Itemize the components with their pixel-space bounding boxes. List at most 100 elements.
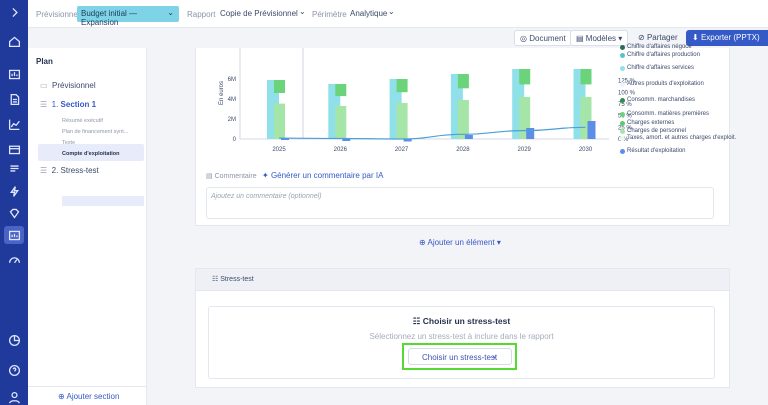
generate-ai-comment-button[interactable]: ✦ Générer un commentaire par IA xyxy=(262,171,383,180)
plan-subitem-financement[interactable]: Plan de financement synt... xyxy=(62,129,128,135)
legend-swatch xyxy=(620,53,625,58)
legend-item[interactable]: Charges externes xyxy=(620,120,675,127)
chart-line-icon[interactable] xyxy=(6,116,22,132)
legend-swatch xyxy=(620,82,625,87)
card-icon[interactable] xyxy=(6,141,22,157)
plan-subitem-resume[interactable]: Résumé exécutif xyxy=(62,118,103,124)
plan-subitem-texte[interactable]: Texte xyxy=(62,140,75,146)
stress-test-title: ☷ Choisir un stress-test xyxy=(412,316,511,326)
series-line xyxy=(278,126,586,140)
bar xyxy=(335,84,347,97)
rapport-label: Rapport xyxy=(187,10,216,19)
plan-item-previsionnel[interactable]: ▭ Prévisionnel xyxy=(40,81,96,90)
bar xyxy=(464,135,473,139)
plus-circle-icon: ⊕ xyxy=(419,238,426,247)
stress-test-header: ☷ Stress-test xyxy=(196,269,729,291)
legend-swatch xyxy=(620,66,625,71)
document-icon: ◎ xyxy=(520,34,527,43)
sparkle-icon: ✦ xyxy=(262,171,269,180)
legend-item[interactable]: Résultat d'exploitation xyxy=(620,148,686,155)
perimetre-select[interactable]: Analytique xyxy=(350,9,387,18)
legend-item[interactable]: Consomm. marchandises xyxy=(620,97,695,104)
legend-label: Chiffre d'affaires production xyxy=(627,52,700,58)
previsionnel-label: Prévisionnel xyxy=(36,10,80,19)
document-icon[interactable] xyxy=(6,91,22,107)
plan-panel: Plan ▭ Prévisionnel ☰ 1. Section 1 Résum… xyxy=(28,48,147,405)
y-tick-label: 4M xyxy=(228,97,236,103)
sliders-icon: ☷ xyxy=(412,316,421,326)
caret-down-icon: ▾ xyxy=(496,238,501,247)
add-element-button[interactable]: ⊕ Ajouter un élément ▾ xyxy=(419,238,501,247)
plan-subitem-compte[interactable]: Compte d'exploitation xyxy=(62,151,120,157)
list-icon: ☰ xyxy=(40,166,48,175)
choose-stress-test-button[interactable]: Choisir un stress-test ⌄ xyxy=(408,348,512,365)
legend-item[interactable]: Chiffre d'affaires négoce xyxy=(620,44,692,51)
app-rail xyxy=(0,0,28,405)
legend-item[interactable]: Autres produits d'exploitation xyxy=(620,81,704,88)
plan-subitem-selected-bg xyxy=(62,196,144,206)
comment-label: ▤ Commentaire xyxy=(206,173,257,180)
plus-circle-icon: ⊕ xyxy=(58,392,65,401)
comment-input[interactable]: Ajoutez un commentaire (optionnel) xyxy=(206,187,714,219)
legend-label: Chiffre d'affaires négoce xyxy=(627,44,692,50)
chevron-down-icon[interactable]: ⌄ xyxy=(388,7,395,16)
x-tick-label: 2027 xyxy=(395,147,409,153)
x-tick-label: 2028 xyxy=(456,147,470,153)
bar xyxy=(335,106,347,139)
pie-icon[interactable] xyxy=(6,332,22,348)
plan-item-section-1[interactable]: ☰ 1. Section 1 xyxy=(40,100,96,109)
expand-icon[interactable] xyxy=(6,4,22,20)
download-icon: ⬇ xyxy=(692,33,699,42)
legend-item[interactable]: Charges de personnel xyxy=(620,128,687,135)
bar xyxy=(457,100,469,139)
chevron-down-icon[interactable]: ⌄ xyxy=(299,7,306,16)
bar xyxy=(519,69,531,85)
export-pptx-button[interactable]: ⬇ Exporter (PPTX) xyxy=(686,30,768,46)
template-icon: ▤ xyxy=(576,34,584,43)
perimetre-label: Périmètre xyxy=(312,10,347,19)
bar xyxy=(396,79,408,93)
bar xyxy=(396,103,408,139)
bolt-icon[interactable] xyxy=(6,183,22,199)
modeles-button[interactable]: ▤ Modèles ▾ xyxy=(570,30,629,46)
legend-label: Charges externes xyxy=(627,120,675,126)
legend-item[interactable]: Chiffre d'affaires production xyxy=(620,52,700,59)
bar xyxy=(342,139,351,141)
legend-swatch xyxy=(620,121,625,126)
legend-label: Résultat d'exploitation xyxy=(627,148,686,154)
rapport-select[interactable]: Copie de Prévisionnel xyxy=(220,9,298,18)
legend-label: Chiffre d'affaires services xyxy=(627,65,694,71)
y-axis-label: En euros xyxy=(219,81,225,105)
bar xyxy=(274,80,285,93)
report-builder-icon[interactable] xyxy=(4,226,24,244)
x-tick-label: 2026 xyxy=(334,147,348,153)
add-section-button[interactable]: ⊕ Ajouter section xyxy=(58,392,119,401)
document-button[interactable]: ◎ Document xyxy=(514,30,572,46)
home-icon[interactable] xyxy=(6,33,22,49)
bar xyxy=(526,128,535,139)
legend-item[interactable]: Taxes, amort. et autres charges d'exploi… xyxy=(620,135,737,142)
link-icon: ⊘ xyxy=(638,33,645,42)
legend-label: Taxes, amort. et autres charges d'exploi… xyxy=(627,135,737,141)
diamond-icon[interactable] xyxy=(6,205,22,221)
legend-item[interactable]: Consomm. matières premières xyxy=(620,111,709,118)
y-tick-label: 0 xyxy=(233,137,237,143)
legend-item[interactable]: Chiffre d'affaires services xyxy=(620,65,694,72)
caret-down-icon: ▾ xyxy=(618,34,623,43)
bar xyxy=(580,69,592,85)
legend-swatch xyxy=(620,45,625,50)
gauge-icon[interactable] xyxy=(6,251,22,267)
budget-select[interactable]: Budget initial — Expansion ⌄ xyxy=(77,6,179,27)
plan-item-section-2[interactable]: ☰ 2. Stress-test xyxy=(40,166,99,175)
legend-label: Charges de personnel xyxy=(627,128,687,134)
reports-icon[interactable] xyxy=(6,66,22,82)
x-tick-label: 2025 xyxy=(272,147,286,153)
comment-placeholder: Ajoutez un commentaire (optionnel) xyxy=(211,193,322,200)
payments-icon[interactable] xyxy=(6,160,22,176)
help-icon[interactable] xyxy=(6,362,22,378)
user-icon[interactable] xyxy=(6,389,22,405)
y2-tick-label: 100 % xyxy=(618,90,636,96)
legend-swatch xyxy=(620,98,625,103)
legend-swatch xyxy=(620,149,625,154)
plan-title: Plan xyxy=(36,57,53,66)
